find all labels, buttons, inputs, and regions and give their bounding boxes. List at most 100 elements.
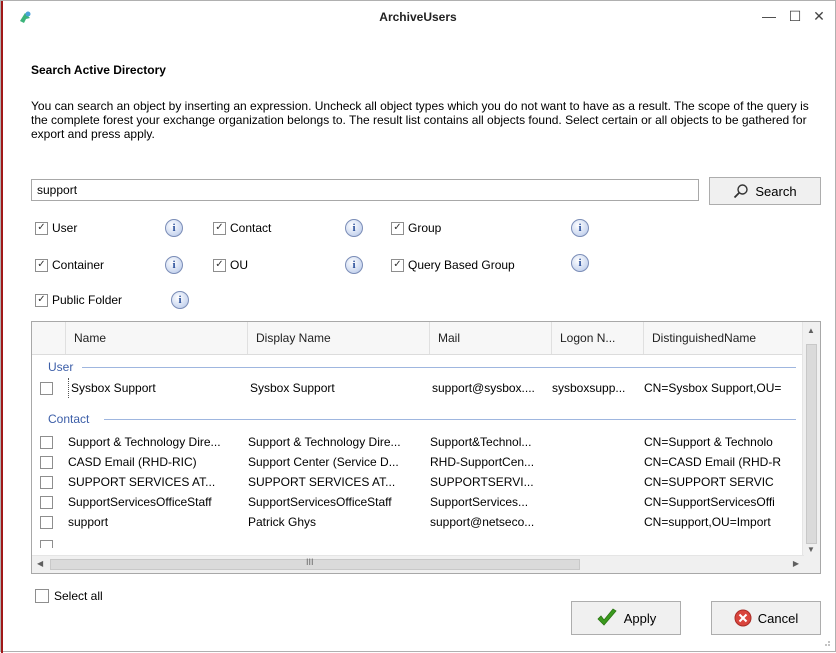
query-based-group-checkbox[interactable]: ✓ [391, 258, 404, 272]
vertical-scrollbar[interactable]: ▲ ▼ [802, 322, 820, 558]
group-checkbox[interactable]: ✓ [391, 221, 404, 235]
cell-logon-name: sysboxsupp... [552, 381, 626, 395]
ou-info-icon[interactable]: i [345, 256, 363, 274]
table-row[interactable]: Sysbox Support Sysbox Support support@sy… [32, 378, 804, 398]
header-select-column[interactable] [32, 322, 66, 354]
cell-mail: support@netseco... [430, 515, 535, 529]
option-container-label: Container [52, 258, 105, 272]
user-checkbox[interactable]: ✓ [35, 221, 48, 235]
option-query-based-group-label: Query Based Group [408, 258, 515, 272]
search-input[interactable] [31, 179, 699, 201]
search-button-label: Search [755, 183, 797, 199]
cell-distinguished-name: CN=CASD Email (RHD-R [644, 455, 782, 469]
option-contact[interactable]: ✓ Contact [213, 221, 271, 235]
group-header-contact[interactable]: Contact [32, 410, 804, 428]
scrollbar-corner [803, 556, 820, 573]
public-folder-checkbox[interactable]: ✓ [35, 293, 48, 307]
scroll-left-arrow-icon[interactable]: ◀ [37, 559, 43, 568]
container-info-icon[interactable]: i [165, 256, 183, 274]
table-row[interactable]: Support & Technology Dire... Support & T… [32, 432, 804, 452]
column-header-display-name[interactable]: Display Name [248, 322, 430, 354]
horizontal-scroll-thumb[interactable]: III [50, 557, 580, 570]
cell-name: Support & Technology Dire... [68, 435, 221, 449]
select-all-checkbox[interactable] [35, 589, 49, 603]
ou-checkbox[interactable]: ✓ [213, 258, 226, 272]
scroll-up-arrow-icon[interactable]: ▲ [807, 326, 815, 335]
column-header-distinguished-name[interactable]: DistinguishedName [644, 322, 804, 354]
cell-name: Sysbox Support [68, 378, 249, 398]
cell-distinguished-name: CN=SUPPORT SERVIC [644, 475, 774, 489]
option-container[interactable]: ✓ Container [35, 258, 104, 272]
results-grid[interactable]: Name Display Name Mail Logon N... Distin… [31, 321, 821, 574]
table-row[interactable]: SUPPORT SERVICES AT... SUPPORT SERVICES … [32, 472, 804, 492]
cell-distinguished-name: CN=SupportServicesOffi [644, 495, 775, 509]
scroll-down-arrow-icon[interactable]: ▼ [807, 545, 815, 554]
cell-name: support [68, 515, 109, 529]
cell-display-name: Support & Technology Dire... [248, 435, 401, 449]
cell-name: CASD Email (RHD-RIC) [68, 455, 197, 469]
title-bar[interactable]: ArchiveUsers — ☐ ✕ [1, 1, 835, 33]
option-user[interactable]: ✓ User [35, 221, 77, 235]
cell-display-name: SupportServicesOfficeStaff [248, 495, 392, 509]
cancel-x-icon [734, 609, 752, 627]
search-button[interactable]: Search [709, 177, 821, 205]
row-checkbox[interactable] [40, 496, 53, 509]
description-text: You can search an object by inserting an… [31, 99, 809, 141]
group-divider [82, 367, 796, 368]
vertical-scroll-thumb[interactable] [806, 344, 817, 544]
cell-display-name: SUPPORT SERVICES AT... [248, 475, 396, 489]
table-row[interactable]: support Patrick Ghys support@netseco... … [32, 512, 804, 532]
scroll-thumb-grip: III [306, 557, 314, 567]
row-checkbox[interactable] [40, 456, 53, 469]
resize-grip-icon[interactable] [821, 637, 831, 647]
option-query-based-group[interactable]: ✓ Query Based Group [391, 258, 515, 272]
container-checkbox[interactable]: ✓ [35, 258, 48, 272]
group-label: User [48, 360, 74, 374]
user-info-icon[interactable]: i [165, 219, 183, 237]
column-header-logon-name[interactable]: Logon N... [552, 322, 644, 354]
option-public-folder[interactable]: ✓ Public Folder [35, 293, 122, 307]
select-all-label: Select all [54, 589, 103, 603]
row-checkbox[interactable] [40, 516, 53, 529]
close-button[interactable]: ✕ [807, 5, 831, 27]
grid-header: Name Display Name Mail Logon N... Distin… [32, 322, 804, 355]
column-header-mail[interactable]: Mail [430, 322, 552, 354]
select-all-option[interactable]: Select all [35, 589, 103, 603]
maximize-button[interactable]: ☐ [783, 5, 807, 27]
option-user-label: User [52, 221, 78, 235]
query-based-group-info-icon[interactable]: i [571, 254, 589, 272]
option-group[interactable]: ✓ Group [391, 221, 441, 235]
row-checkbox[interactable] [40, 540, 53, 548]
group-header-user[interactable]: User [32, 358, 804, 376]
window-edge-accent [1, 1, 3, 653]
group-info-icon[interactable]: i [571, 219, 589, 237]
cell-name: SUPPORT SERVICES AT... [68, 475, 216, 489]
option-contact-label: Contact [230, 221, 272, 235]
cell-display-name: Sysbox Support [250, 381, 335, 395]
cancel-button[interactable]: Cancel [711, 601, 821, 635]
cell-mail: RHD-SupportCen... [430, 455, 535, 469]
apply-button[interactable]: Apply [571, 601, 681, 635]
column-header-name[interactable]: Name [66, 322, 248, 354]
table-row-partial[interactable] [32, 532, 804, 548]
row-checkbox[interactable] [40, 476, 53, 489]
scroll-right-arrow-icon[interactable]: ▶ [793, 559, 799, 568]
horizontal-scrollbar[interactable]: ◀ III ▶ [32, 555, 804, 573]
row-checkbox[interactable] [40, 382, 53, 395]
magnifier-icon [734, 184, 749, 199]
cell-display-name: Support Center (Service D... [248, 455, 399, 469]
cell-mail: SUPPORTSERVI... [430, 475, 534, 489]
option-ou[interactable]: ✓ OU [213, 258, 248, 272]
archive-users-window: ArchiveUsers — ☐ ✕ Search Active Directo… [0, 0, 836, 653]
table-row[interactable]: SupportServicesOfficeStaff SupportServic… [32, 492, 804, 512]
contact-info-icon[interactable]: i [345, 219, 363, 237]
minimize-button[interactable]: — [757, 5, 781, 27]
group-label: Contact [48, 412, 90, 426]
public-folder-info-icon[interactable]: i [171, 291, 189, 309]
cell-mail: SupportServices... [430, 495, 529, 509]
table-row[interactable]: CASD Email (RHD-RIC) Support Center (Ser… [32, 452, 804, 472]
cell-name: SupportServicesOfficeStaff [68, 495, 212, 509]
contact-checkbox[interactable]: ✓ [213, 221, 226, 235]
row-checkbox[interactable] [40, 436, 53, 449]
cancel-button-label: Cancel [757, 610, 799, 626]
